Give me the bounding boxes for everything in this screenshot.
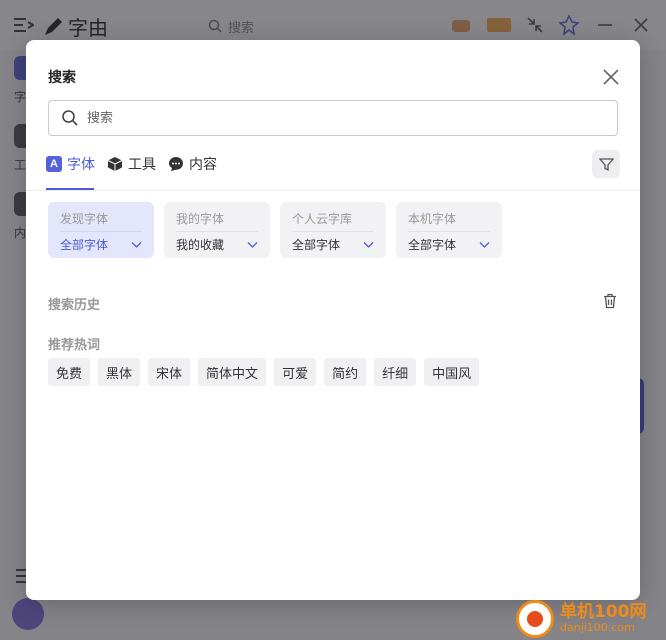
filter-card-label: 本机字体 [408,212,457,226]
close-icon[interactable] [602,68,620,86]
hot-word-chip[interactable]: 免费 [48,358,91,386]
tab-label: 内容 [189,157,217,173]
filter-card-value: 全部字体 [60,238,109,252]
hot-word-chip[interactable]: 简体中文 [198,358,267,386]
filter-card-cloud[interactable]: 个人云字库 全部字体 [280,202,386,258]
chevron-down-icon [363,242,374,248]
watermark-logo-dot [527,611,543,627]
chevron-down-icon [479,242,490,248]
watermark-en: danji100.com [560,621,635,635]
divider [292,231,374,232]
filter-card-select[interactable]: 全部字体 [60,236,142,253]
filter-card-select[interactable]: 全部字体 [292,236,374,253]
tab-label: 字体 [67,157,95,173]
filter-card-label: 我的字体 [176,212,225,226]
search-dialog: 搜索 A 字体 工具 内容 [26,40,640,600]
filter-card-local[interactable]: 本机字体 全部字体 [396,202,502,258]
filter-card-label: 个人云字库 [292,212,353,226]
divider [60,231,142,232]
filter-card-value: 我的收藏 [176,238,225,252]
filter-card-value: 全部字体 [408,238,457,252]
filter-cards: 发现字体 全部字体 我的字体 我的收藏 个人云字库 全部字体 本机字体 全部字体 [48,202,502,258]
search-tabs: A 字体 工具 内容 [46,152,217,190]
tab-label: 工具 [128,157,156,173]
search-history-title: 搜索历史 [48,298,101,313]
filter-icon [598,157,614,171]
filter-card-my-fonts[interactable]: 我的字体 我的收藏 [164,202,270,258]
cube-icon [107,157,123,171]
filter-card-select[interactable]: 我的收藏 [176,236,258,253]
tabs-divider [26,190,640,191]
search-field[interactable] [48,100,618,136]
filter-card-label: 发现字体 [60,212,109,226]
filter-card-discover[interactable]: 发现字体 全部字体 [48,202,154,258]
divider [408,231,490,232]
hot-word-chip[interactable]: 中国风 [424,358,480,386]
chevron-down-icon [247,242,258,248]
font-a-icon: A [46,156,62,172]
watermark: 单机100网 danji100.com [516,598,666,640]
divider [176,231,258,232]
hot-word-chip[interactable]: 简约 [324,358,367,386]
dialog-title: 搜索 [48,70,76,86]
hot-word-chip[interactable]: 宋体 [148,358,191,386]
filter-button[interactable] [592,150,620,178]
trash-icon[interactable] [602,293,618,309]
search-icon [62,110,78,126]
watermark-logo-icon [516,600,554,638]
chat-bubble-icon [169,157,183,171]
chevron-down-icon [131,242,142,248]
hot-words-title: 推荐热词 [48,338,101,353]
hot-word-chip[interactable]: 黑体 [98,358,141,386]
search-input[interactable] [87,110,567,126]
hot-word-chip[interactable]: 纤细 [374,358,417,386]
filter-card-select[interactable]: 全部字体 [408,236,490,253]
watermark-text: 单机100网 danji100.com [560,602,647,635]
hot-words-list: 免费 黑体 宋体 简体中文 可爱 简约 纤细 中国风 [48,358,480,386]
tab-content[interactable]: 内容 [168,152,217,176]
hot-word-chip[interactable]: 可爱 [274,358,317,386]
tab-fonts[interactable]: A 字体 [46,152,95,176]
filter-card-value: 全部字体 [292,238,341,252]
watermark-cn: 单机100网 [560,602,647,623]
tab-tools[interactable]: 工具 [107,152,156,176]
